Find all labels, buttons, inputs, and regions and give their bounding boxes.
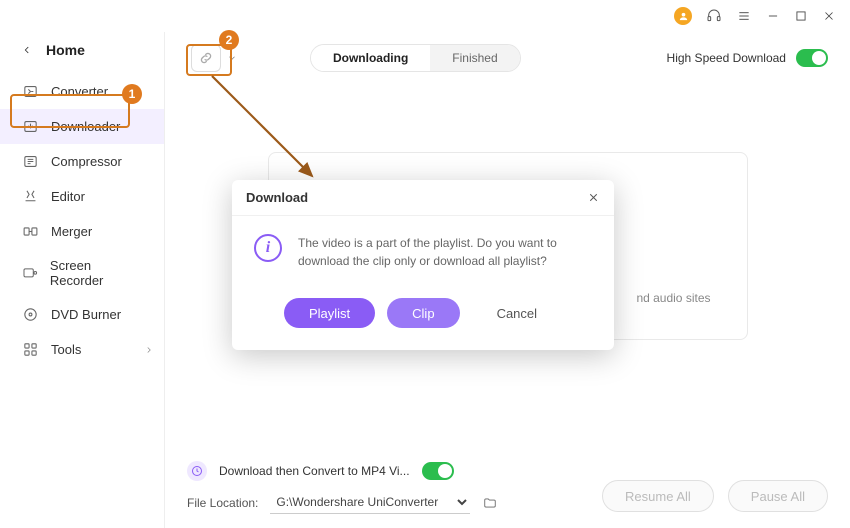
playlist-button[interactable]: Playlist: [284, 298, 375, 328]
dialog-close-icon[interactable]: [587, 191, 600, 204]
sidebar-item-label: Editor: [51, 189, 85, 204]
sidebar-item-label: Screen Recorder: [50, 258, 142, 288]
editor-icon: [22, 188, 39, 205]
sidebar-item-dvd-burner[interactable]: DVD Burner: [0, 297, 164, 332]
file-location-select[interactable]: G:\Wondershare UniConverter: [270, 491, 470, 514]
download-dialog: Download i The video is a part of the pl…: [232, 180, 614, 350]
convert-toggle[interactable]: [422, 462, 454, 480]
sidebar-item-label: Compressor: [51, 154, 122, 169]
clock-icon: [187, 461, 207, 481]
sidebar-item-screen-recorder[interactable]: Screen Recorder: [0, 249, 164, 297]
sidebar-item-label: Converter: [51, 84, 108, 99]
sidebar-item-compressor[interactable]: Compressor: [0, 144, 164, 179]
home-row[interactable]: Home: [0, 38, 164, 74]
info-icon: i: [254, 234, 282, 262]
avatar[interactable]: [674, 7, 692, 25]
high-speed-label: High Speed Download: [667, 51, 786, 65]
tab-downloading[interactable]: Downloading: [311, 45, 430, 71]
sidebar-item-tools[interactable]: Tools: [0, 332, 164, 367]
dialog-title: Download: [246, 190, 308, 205]
menu-icon[interactable]: [736, 8, 752, 24]
tabs: Downloading Finished: [310, 44, 521, 72]
merger-icon: [22, 223, 39, 240]
sidebar-item-label: DVD Burner: [51, 307, 121, 322]
cancel-button[interactable]: Cancel: [472, 298, 562, 328]
sidebar-item-editor[interactable]: Editor: [0, 179, 164, 214]
tab-label: Finished: [452, 51, 497, 65]
dialog-message: The video is a part of the playlist. Do …: [298, 234, 592, 270]
headset-icon[interactable]: [706, 8, 722, 24]
downloader-icon: [22, 118, 39, 135]
high-speed-toggle[interactable]: [796, 49, 828, 67]
sidebar-item-label: Downloader: [51, 119, 120, 134]
paste-dropdown-icon[interactable]: [227, 53, 237, 63]
titlebar: [0, 0, 850, 32]
convert-label: Download then Convert to MP4 Vi...: [219, 464, 410, 478]
sidebar-item-label: Merger: [51, 224, 92, 239]
home-label: Home: [46, 42, 85, 58]
minimize-icon[interactable]: [766, 9, 780, 23]
resume-all-button[interactable]: Resume All: [602, 480, 714, 512]
maximize-icon[interactable]: [794, 9, 808, 23]
file-location-label: File Location:: [187, 496, 258, 510]
tab-finished[interactable]: Finished: [430, 45, 519, 71]
tab-label: Downloading: [333, 51, 408, 65]
sidebar: Home Converter Downloader Compressor Edi…: [0, 32, 165, 528]
screen-recorder-icon: [22, 265, 38, 282]
pause-all-button[interactable]: Pause All: [728, 480, 828, 512]
compressor-icon: [22, 153, 39, 170]
tools-icon: [22, 341, 39, 358]
close-icon[interactable]: [822, 9, 836, 23]
sidebar-item-converter[interactable]: Converter: [0, 74, 164, 109]
clip-button[interactable]: Clip: [387, 298, 459, 328]
paste-url-button[interactable]: [191, 44, 221, 72]
sidebar-item-label: Tools: [51, 342, 81, 357]
link-plus-icon: [198, 50, 214, 66]
sidebar-item-downloader[interactable]: Downloader: [0, 109, 164, 144]
sidebar-item-merger[interactable]: Merger: [0, 214, 164, 249]
back-icon[interactable]: [22, 43, 32, 57]
folder-icon[interactable]: [482, 496, 498, 510]
dvd-icon: [22, 306, 39, 323]
converter-icon: [22, 83, 39, 100]
chevron-right-icon: [144, 345, 154, 355]
drop-hint-fragment: nd audio sites: [636, 291, 710, 305]
